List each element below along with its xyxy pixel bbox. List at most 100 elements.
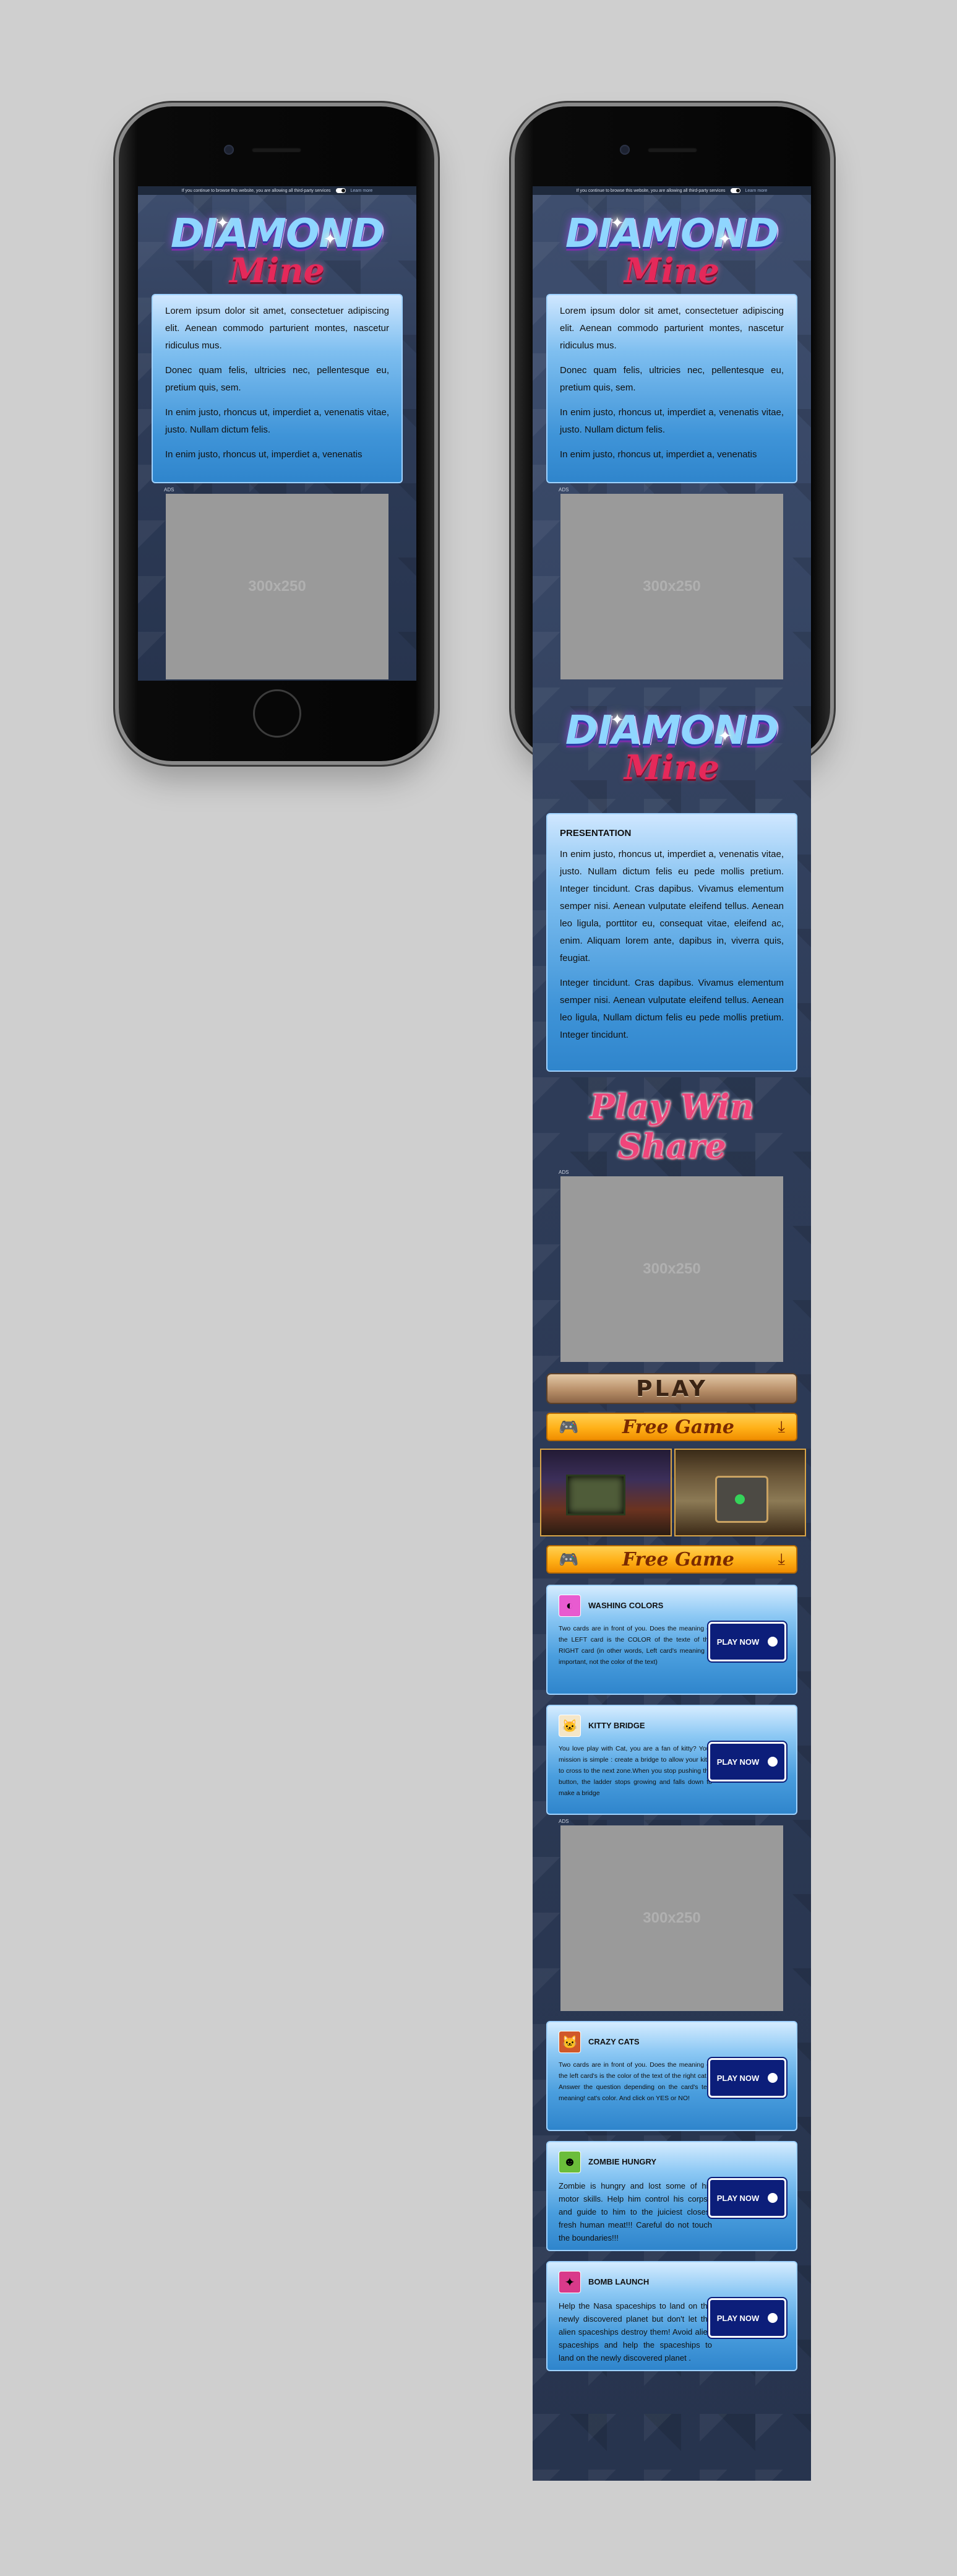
game-description: Two cards are in front of you. Does the … [559, 2061, 712, 2102]
ad-placeholder[interactable]: 300x250 [560, 1176, 783, 1362]
logo-word: DIAMOND [565, 211, 779, 257]
gamepad-icon: 🎮 [559, 1417, 579, 1436]
ad-label: ADS [559, 1819, 569, 1824]
game-thumbnail: ☻ [559, 2151, 581, 2173]
diamond-mine-logo-secondary: DIAMOND Mine ✦ ✦ [533, 692, 811, 791]
game-card-crazy-cats: 🐱 CRAZY CATS Two cards are in front of y… [546, 2021, 797, 2131]
game-screenshot[interactable] [540, 1449, 672, 1536]
game-card-kitty-bridge: 🐱 KITTY BRIDGE You love play with Cat, y… [546, 1705, 797, 1815]
logo-subword: Mine [230, 251, 325, 290]
diamond-mine-logo: DIAMOND Mine ✦ ✦ [138, 195, 416, 294]
ad-label: ADS [559, 487, 569, 493]
play-now-button[interactable]: PLAY NOW [708, 2058, 786, 2098]
ad-placeholder[interactable]: 300x250 [166, 494, 388, 679]
ad-label: ADS [559, 1170, 569, 1175]
download-icon: ⤓ [778, 1549, 786, 1568]
speaker-grille [252, 147, 301, 152]
ad-placeholder[interactable]: 300x250 [560, 494, 783, 679]
presentation-box: PRESENTATION In enim justo, rhoncus ut, … [546, 813, 797, 1072]
free-game-button[interactable]: 🎮 Free Game ⤓ [546, 1545, 797, 1574]
game-card-bomb-launch: ✦ BOMB LAUNCH Help the Nasa spaceships t… [546, 2261, 797, 2371]
game-screenshot[interactable] [674, 1449, 806, 1536]
play-now-button[interactable]: PLAY NOW [708, 2178, 786, 2218]
ad-size-label: 300x250 [248, 578, 306, 595]
presentation-paragraph: Integer tincidunt. Cras dapibus. Vivamus… [560, 978, 784, 1040]
game-description: Help the Nasa spaceships to land on the … [559, 2301, 712, 2363]
tagline: Play Win Share [590, 1087, 754, 1166]
play-circle-icon [768, 1757, 778, 1767]
cookie-more-link[interactable]: Learn more [745, 189, 768, 193]
presentation-title: PRESENTATION [560, 828, 632, 838]
game-thumbnail: 🐱 [559, 2031, 581, 2053]
play-now-label: PLAY NOW [716, 2073, 760, 2083]
gamepad-icon: 🎮 [559, 1549, 579, 1569]
play-now-button[interactable]: PLAY NOW [708, 1622, 786, 1661]
intro-paragraph: Lorem ipsum dolor sit amet, consectetuer… [560, 306, 784, 351]
cookie-text: If you continue to browse this website, … [181, 188, 331, 193]
sparkle-icon: ✦ [324, 230, 337, 248]
logo-word: DIAMOND [565, 708, 779, 754]
sparkle-icon: ✦ [611, 213, 624, 232]
ad-label: ADS [164, 487, 174, 493]
game-thumbnail: 🐱 [559, 1715, 581, 1737]
ad-size-label: 300x250 [643, 578, 701, 595]
cookie-bar: If you continue to browse this website, … [533, 186, 811, 195]
sparkle-icon: ✦ [611, 710, 624, 729]
screenshot-row [540, 1449, 806, 1536]
speaker-grille [648, 147, 697, 152]
cookie-bar: If you continue to browse this website, … [138, 186, 416, 195]
game-name: CRAZY CATS [588, 2037, 640, 2046]
play-button[interactable]: PLAY [546, 1373, 797, 1404]
game-card-zombie-hungry: ☻ ZOMBIE HUNGRY Zombie is hungry and los… [546, 2141, 797, 2251]
logo-subword: Mine [624, 747, 719, 787]
game-name: WASHING COLORS [588, 1601, 664, 1610]
intro-box: Lorem ipsum dolor sit amet, consectetuer… [152, 294, 403, 483]
play-now-button[interactable]: PLAY NOW [708, 1742, 786, 1781]
diamond-mine-logo: DIAMOND Mine ✦ ✦ [533, 195, 811, 294]
free-game-button[interactable]: 🎮 Free Game ⤓ [546, 1413, 797, 1441]
play-circle-icon [768, 2193, 778, 2203]
download-icon: ⤓ [778, 1417, 786, 1436]
game-description: You love play with Cat, you are a fan of… [559, 1745, 712, 1797]
play-now-label: PLAY NOW [716, 1637, 760, 1647]
play-circle-icon [768, 2313, 778, 2323]
camera-icon [620, 145, 630, 155]
game-name: ZOMBIE HUNGRY [588, 2157, 657, 2166]
sparkle-icon: ✦ [718, 230, 732, 248]
logo-subword: Mine [624, 251, 719, 290]
play-now-label: PLAY NOW [716, 2313, 760, 2323]
ad-placeholder[interactable]: 300x250 [560, 1825, 783, 2011]
free-game-label: Free Game [622, 1416, 734, 1438]
play-now-label: PLAY NOW [716, 2193, 760, 2203]
ad-size-label: 300x250 [643, 1910, 701, 1926]
game-description: Zombie is hungry and lost some of his mo… [559, 2181, 712, 2242]
sparkle-icon: ✦ [718, 726, 732, 745]
intro-paragraph: Donec quam felis, ultricies nec, pellent… [165, 365, 389, 393]
play-circle-icon [768, 1637, 778, 1647]
camera-icon [224, 145, 234, 155]
free-game-label: Free Game [622, 1548, 734, 1570]
cookie-more-link[interactable]: Learn more [351, 189, 373, 193]
intro-paragraph: In enim justo, rhoncus ut, imperdiet a, … [560, 449, 757, 460]
presentation-paragraph: In enim justo, rhoncus ut, imperdiet a, … [560, 849, 784, 963]
game-name: BOMB LAUNCH [588, 2277, 650, 2286]
game-card-washing-colors: ◐ WASHING COLORS Two cards are in front … [546, 1585, 797, 1695]
intro-paragraph: In enim justo, rhoncus ut, imperdiet a, … [560, 407, 784, 435]
game-thumbnail: ✦ [559, 2271, 581, 2293]
logo-word: DIAMOND [170, 211, 384, 257]
play-circle-icon [768, 2073, 778, 2083]
game-thumbnail: ◐ [559, 1595, 581, 1617]
home-button[interactable] [253, 689, 301, 738]
game-description: Two cards are in front of you. Does the … [559, 1625, 712, 1666]
game-name: KITTY BRIDGE [588, 1721, 645, 1730]
intro-paragraph: In enim justo, rhoncus ut, imperdiet a, … [165, 407, 389, 435]
intro-paragraph: Donec quam felis, ultricies nec, pellent… [560, 365, 784, 393]
intro-paragraph: Lorem ipsum dolor sit amet, consectetuer… [165, 306, 389, 351]
cookie-toggle[interactable] [730, 188, 740, 193]
cookie-toggle[interactable] [335, 188, 346, 193]
intro-paragraph: In enim justo, rhoncus ut, imperdiet a, … [165, 449, 363, 460]
game-screen-preview: If you continue to browse this website, … [138, 186, 416, 681]
ad-size-label: 300x250 [643, 1260, 701, 1277]
play-now-button[interactable]: PLAY NOW [708, 2298, 786, 2338]
cookie-text: If you continue to browse this website, … [576, 188, 726, 193]
